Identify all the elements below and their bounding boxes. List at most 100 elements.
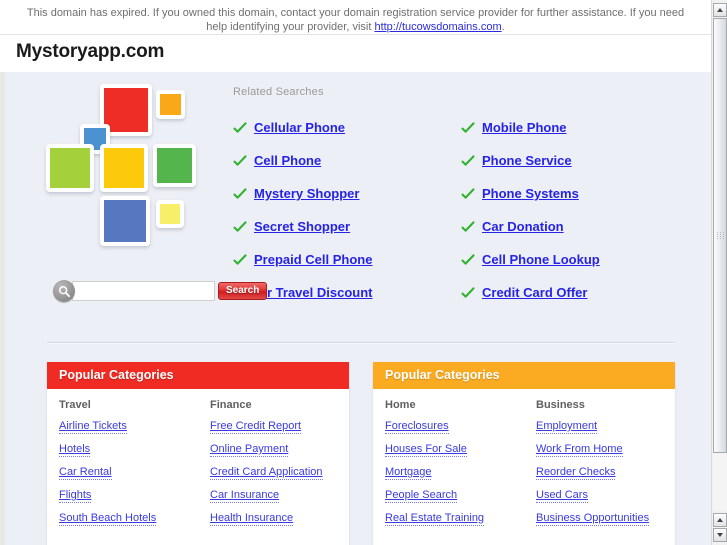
- related-searches-column-right: Mobile Phone Phone Service Phone Systems Ca…: [461, 111, 689, 309]
- category-link[interactable]: South Beach Hotels: [59, 512, 157, 526]
- related-search-link[interactable]: Credit Card Offer: [482, 285, 587, 300]
- square-pale-yellow: [156, 200, 184, 228]
- popular-categories-box: Popular Categories Home Foreclosures Houses…: [373, 362, 675, 545]
- related-search-link[interactable]: Cell Phone: [254, 153, 321, 168]
- square-orange: [156, 90, 185, 119]
- related-search-link[interactable]: Car Donation: [482, 219, 564, 234]
- category-column-heading: Finance: [210, 399, 252, 411]
- category-column-heading: Business: [536, 399, 585, 411]
- related-search-item[interactable]: Secret Shopper: [233, 210, 461, 243]
- notice-text-after: .: [501, 21, 505, 33]
- category-link[interactable]: Work From Home: [536, 443, 623, 457]
- check-icon: [461, 121, 475, 135]
- related-search-item[interactable]: Phone Service: [461, 144, 689, 177]
- page-title: Mystoryapp.com: [16, 41, 165, 62]
- square-lime: [46, 144, 94, 192]
- related-search-item[interactable]: Cell Phone Lookup: [461, 243, 689, 276]
- category-link[interactable]: Foreclosures: [385, 420, 449, 434]
- category-link[interactable]: Car Rental: [59, 466, 112, 480]
- check-icon: [461, 220, 475, 234]
- magnifier-glyph: [58, 285, 70, 297]
- category-link[interactable]: Reorder Checks: [536, 466, 616, 480]
- check-icon: [461, 154, 475, 168]
- scrollbar-grip-icon: [717, 231, 724, 240]
- related-search-item[interactable]: Mobile Phone: [461, 111, 689, 144]
- search-bar: Search: [53, 280, 268, 302]
- category-column-heading: Home: [385, 399, 416, 411]
- category-link[interactable]: Houses For Sale: [385, 443, 467, 457]
- arrow-down-icon: [717, 533, 723, 537]
- related-search-link[interactable]: Cellular Phone: [254, 120, 345, 135]
- category-column: Business Employment Work From Home Reorder …: [524, 399, 675, 535]
- related-search-item[interactable]: Cellular Phone: [233, 111, 461, 144]
- related-search-item[interactable]: Mystery Shopper: [233, 177, 461, 210]
- scroll-down-button[interactable]: [713, 528, 727, 542]
- category-column: Finance Free Credit Report Online Payment C…: [198, 399, 349, 535]
- category-link[interactable]: Flights: [59, 489, 92, 503]
- browser-page: This domain has expired. If you owned th…: [0, 0, 727, 545]
- related-search-link[interactable]: Mobile Phone: [482, 120, 567, 135]
- scroll-up-button[interactable]: [713, 3, 727, 17]
- magnifier-icon[interactable]: [53, 280, 75, 302]
- search-button[interactable]: Search: [218, 282, 268, 300]
- arrow-up-icon: [717, 518, 723, 522]
- category-column: Travel Airline Tickets Hotels Car Rental Fli…: [47, 399, 198, 535]
- related-search-link[interactable]: Phone Service: [482, 153, 572, 168]
- related-search-item[interactable]: Phone Systems: [461, 177, 689, 210]
- check-icon: [233, 154, 247, 168]
- square-yellow: [100, 144, 148, 192]
- related-search-link[interactable]: Secret Shopper: [254, 219, 350, 234]
- vertical-scrollbar[interactable]: [711, 0, 727, 545]
- related-search-item[interactable]: Car Donation: [461, 210, 689, 243]
- check-icon: [461, 187, 475, 201]
- scrollbar-track[interactable]: [713, 18, 727, 510]
- tucowsdomains-link[interactable]: http://tucowsdomains.com: [374, 21, 501, 33]
- arrow-up-icon: [717, 8, 723, 12]
- related-search-item[interactable]: Credit Card Offer: [461, 276, 689, 309]
- related-searches-heading: Related Searches: [233, 86, 324, 98]
- section-divider: [47, 342, 675, 344]
- check-icon: [233, 253, 247, 267]
- square-green: [153, 144, 196, 187]
- category-link[interactable]: Used Cars: [536, 489, 588, 503]
- category-link[interactable]: Health Insurance: [210, 512, 294, 526]
- category-link[interactable]: Credit Card Application: [210, 466, 323, 480]
- category-link[interactable]: Online Payment: [210, 443, 289, 457]
- squares-logo-graphic: [43, 82, 223, 272]
- check-icon: [461, 286, 475, 300]
- related-search-item[interactable]: Cell Phone: [233, 144, 461, 177]
- category-link[interactable]: Hotels: [59, 443, 91, 457]
- main-content: Related Searches Cellular Phone Cell Phon…: [0, 72, 711, 545]
- popular-categories-row: Popular Categories Travel Airline Tickets H…: [47, 362, 675, 545]
- notice-text-before: This domain has expired. If you owned th…: [26, 7, 685, 33]
- related-search-link[interactable]: Phone Systems: [482, 186, 579, 201]
- related-search-link[interactable]: Prepaid Cell Phone: [254, 252, 372, 267]
- popular-categories-box: Popular Categories Travel Airline Tickets H…: [47, 362, 349, 545]
- related-search-link[interactable]: Mystery Shopper: [254, 186, 359, 201]
- category-link[interactable]: Real Estate Training: [385, 512, 485, 526]
- category-link[interactable]: Employment: [536, 420, 598, 434]
- related-search-item[interactable]: Prepaid Cell Phone: [233, 243, 461, 276]
- category-link[interactable]: Mortgage: [385, 466, 432, 480]
- related-search-link[interactable]: Cell Phone Lookup: [482, 252, 600, 267]
- check-icon: [233, 220, 247, 234]
- related-search-link[interactable]: Air Travel Discount: [254, 285, 372, 300]
- popular-categories-title: Popular Categories: [373, 362, 675, 389]
- square-indigo: [100, 196, 150, 246]
- check-icon: [233, 187, 247, 201]
- category-column: Home Foreclosures Houses For Sale Mortgage P…: [373, 399, 524, 535]
- category-link[interactable]: Free Credit Report: [210, 420, 302, 434]
- related-searches-panel: Related Searches Cellular Phone Cell Phon…: [233, 86, 693, 309]
- category-link[interactable]: Business Opportunities: [536, 512, 650, 526]
- site-header: Mystoryapp.com: [0, 34, 711, 72]
- scroll-up-button-bottom[interactable]: [713, 513, 727, 527]
- category-link[interactable]: Car Insurance: [210, 489, 280, 503]
- popular-categories-title: Popular Categories: [47, 362, 349, 389]
- category-column-heading: Travel: [59, 399, 91, 411]
- scrollbar-thumb[interactable]: [713, 18, 727, 453]
- category-link[interactable]: Airline Tickets: [59, 420, 127, 434]
- search-input[interactable]: [72, 281, 215, 301]
- category-link[interactable]: People Search: [385, 489, 458, 503]
- check-icon: [233, 121, 247, 135]
- check-icon: [461, 253, 475, 267]
